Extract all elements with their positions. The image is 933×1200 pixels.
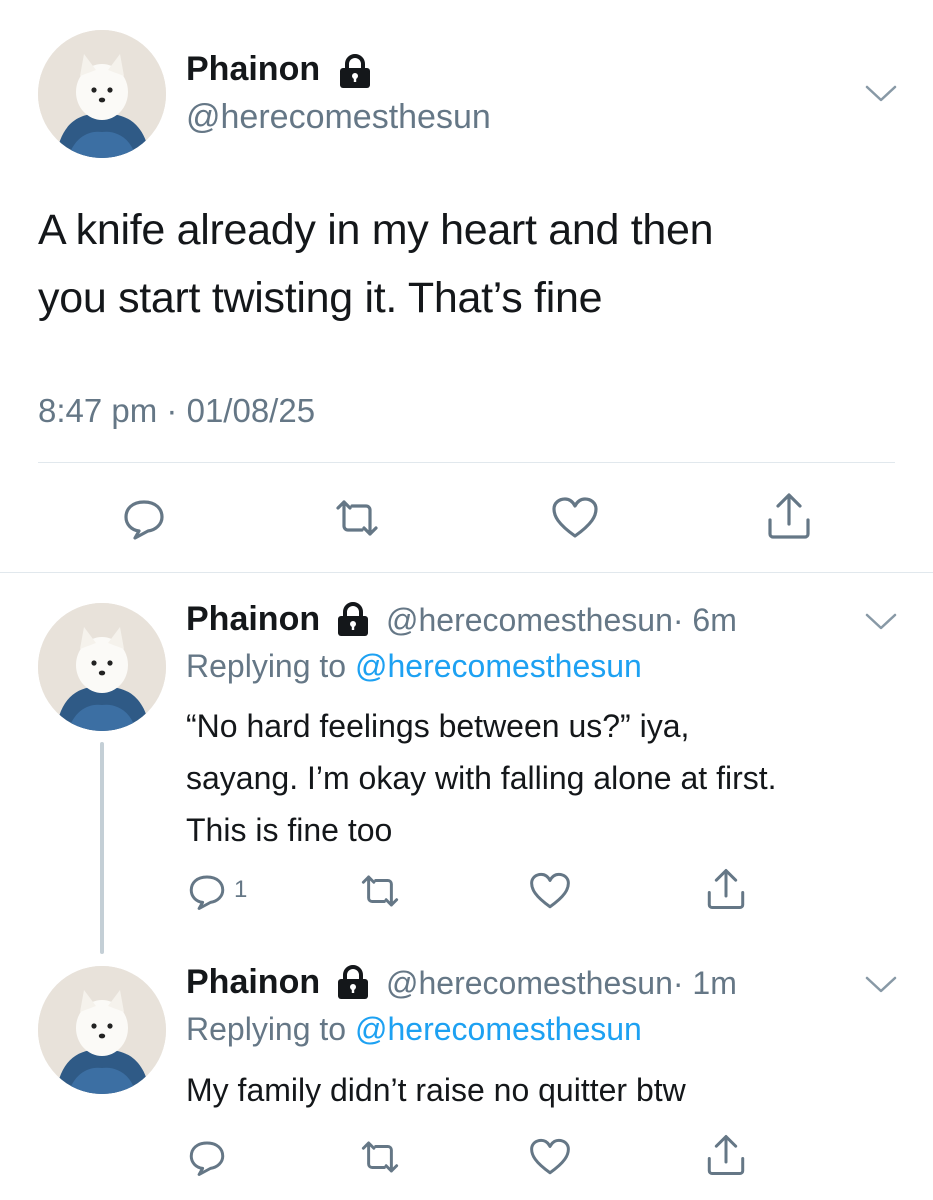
replying-to: Replying to @herecomesthesun: [186, 1011, 642, 1048]
tweet-time: 8:47 pm: [38, 392, 158, 429]
share-icon[interactable]: [764, 490, 814, 542]
display-name[interactable]: Phainon: [186, 600, 320, 638]
thread-line: [100, 742, 104, 954]
handle[interactable]: @herecomesthesun: [186, 98, 491, 137]
tweet-text-line: A knife already in my heart and then: [38, 206, 714, 254]
tweet-header: Phainon: [186, 600, 320, 639]
time-ago[interactable]: · 6m: [673, 602, 737, 638]
heart-icon[interactable]: [528, 870, 572, 912]
reply-icon[interactable]: [186, 1136, 228, 1178]
retweet-icon[interactable]: [356, 1136, 404, 1178]
tweet-text: My family didn’t raise no quitter btw: [186, 1064, 686, 1116]
separator: ·: [166, 392, 178, 429]
tweet-text-line: “No hard feelings between us?” iya,: [186, 708, 690, 744]
tweet-date: 01/08/25: [186, 392, 316, 429]
lock-icon: [335, 54, 375, 88]
avatar[interactable]: [38, 966, 166, 1094]
tweet-text: A knife already in my heart and then you…: [38, 196, 714, 332]
heart-icon[interactable]: [528, 1136, 572, 1178]
time-ago[interactable]: · 1m: [673, 965, 737, 1001]
retweet-icon[interactable]: [330, 494, 384, 542]
tweet-text-line: This is fine too: [186, 812, 393, 848]
replying-to-label: Replying to: [186, 1011, 347, 1047]
tweet-text: “No hard feelings between us?” iya, saya…: [186, 700, 777, 856]
chevron-down-icon[interactable]: [864, 975, 898, 995]
display-name[interactable]: Phainon: [186, 963, 320, 1001]
replying-to-label: Replying to: [186, 648, 347, 684]
retweet-icon[interactable]: [356, 870, 404, 912]
tweet-text-line: sayang. I’m okay with falling alone at f…: [186, 760, 777, 796]
tweet-text-line: My family didn’t raise no quitter btw: [186, 1072, 686, 1108]
replying-to: Replying to @herecomesthesun: [186, 648, 642, 685]
handle[interactable]: @herecomesthesun: [386, 602, 673, 638]
chevron-down-icon[interactable]: [864, 84, 898, 104]
share-icon[interactable]: [704, 866, 748, 912]
avatar[interactable]: [38, 30, 166, 158]
display-name[interactable]: Phainon: [186, 50, 320, 89]
avatar[interactable]: [38, 603, 166, 731]
lock-icon: [333, 965, 373, 999]
lock-icon: [333, 602, 373, 636]
handle[interactable]: @herecomesthesun: [386, 965, 673, 1001]
heart-icon[interactable]: [550, 494, 600, 542]
divider: [0, 572, 933, 573]
replying-to-link[interactable]: @herecomesthesun: [355, 1011, 642, 1047]
chevron-down-icon[interactable]: [864, 612, 898, 632]
share-icon[interactable]: [704, 1132, 748, 1178]
replying-to-link[interactable]: @herecomesthesun: [355, 648, 642, 684]
tweet-text-line: you start twisting it. That’s fine: [38, 274, 603, 322]
tweet-header: Phainon: [186, 963, 320, 1002]
reply-icon[interactable]: [120, 494, 168, 542]
divider: [38, 462, 895, 463]
reply-icon[interactable]: [186, 870, 228, 912]
reply-count: 1: [234, 876, 248, 903]
timestamp[interactable]: 8:47 pm · 01/08/25: [38, 392, 315, 430]
